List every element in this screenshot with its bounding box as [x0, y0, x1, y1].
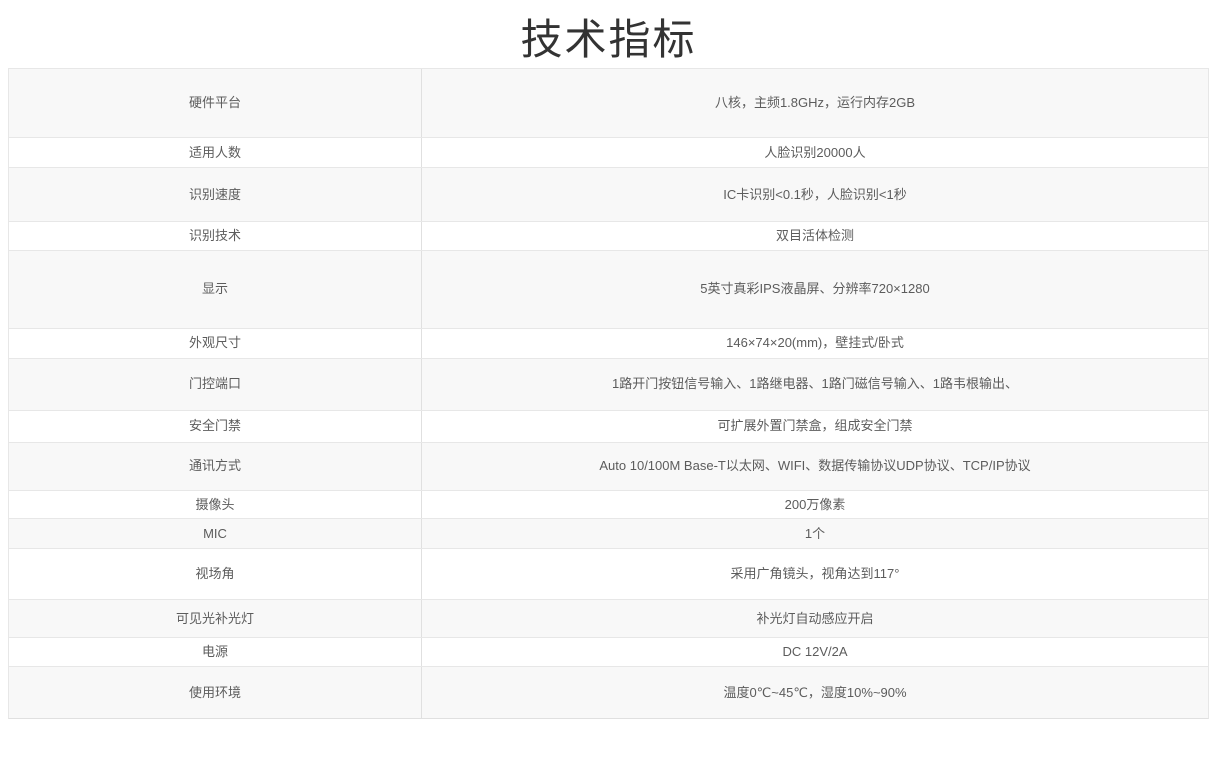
- table-row: 硬件平台八核，主频1.8GHz，运行内存2GB: [9, 69, 1208, 137]
- table-row: 识别速度IC卡识别<0.1秒，人脸识别<1秒: [9, 167, 1208, 221]
- spec-value-cell: 146×74×20(mm)，壁挂式/卧式: [422, 329, 1208, 358]
- spec-label-cell: 摄像头: [9, 491, 422, 519]
- spec-value-cell: 5英寸真彩IPS液晶屏、分辨率720×1280: [422, 251, 1208, 328]
- spec-value-cell: 200万像素: [422, 491, 1208, 519]
- spec-label-cell: 门控端口: [9, 359, 422, 410]
- spec-label-cell: 电源: [9, 638, 422, 666]
- table-row: MIC1个: [9, 518, 1208, 548]
- spec-label-cell: 安全门禁: [9, 411, 422, 442]
- table-row: 适用人数人脸识别20000人: [9, 137, 1208, 167]
- spec-page: 技术指标 硬件平台八核，主频1.8GHz，运行内存2GB适用人数人脸识别2000…: [0, 0, 1217, 783]
- table-row: 视场角采用广角镜头，视角达到117°: [9, 548, 1208, 599]
- table-row: 识别技术双目活体检测: [9, 221, 1208, 250]
- table-row: 门控端口1路开门按钮信号输入、1路继电器、1路门磁信号输入、1路韦根输出、: [9, 358, 1208, 410]
- spec-value-cell: 1路开门按钮信号输入、1路继电器、1路门磁信号输入、1路韦根输出、: [422, 359, 1208, 410]
- table-row: 使用环境温度0℃~45℃，湿度10%~90%: [9, 666, 1208, 718]
- spec-value-cell: 温度0℃~45℃，湿度10%~90%: [422, 667, 1208, 718]
- table-row: 显示5英寸真彩IPS液晶屏、分辨率720×1280: [9, 250, 1208, 328]
- spec-label-cell: 使用环境: [9, 667, 422, 718]
- spec-label-cell: 识别技术: [9, 222, 422, 250]
- spec-label-cell: 适用人数: [9, 138, 422, 167]
- spec-value-cell: 补光灯自动感应开启: [422, 600, 1208, 637]
- spec-value-cell: IC卡识别<0.1秒，人脸识别<1秒: [422, 168, 1208, 221]
- spec-value-cell: 八核，主频1.8GHz，运行内存2GB: [422, 69, 1208, 137]
- table-row: 外观尺寸146×74×20(mm)，壁挂式/卧式: [9, 328, 1208, 358]
- spec-value-cell: Auto 10/100M Base-T以太网、WIFI、数据传输协议UDP协议、…: [422, 443, 1208, 490]
- spec-value-cell: 1个: [422, 519, 1208, 548]
- spec-value-cell: 可扩展外置门禁盒，组成安全门禁: [422, 411, 1208, 442]
- spec-value-cell: DC 12V/2A: [422, 638, 1208, 666]
- spec-value-cell: 双目活体检测: [422, 222, 1208, 250]
- spec-label-cell: 通讯方式: [9, 443, 422, 490]
- specs-table: 硬件平台八核，主频1.8GHz，运行内存2GB适用人数人脸识别20000人识别速…: [8, 68, 1209, 719]
- table-row: 可见光补光灯补光灯自动感应开启: [9, 599, 1208, 637]
- table-row: 通讯方式Auto 10/100M Base-T以太网、WIFI、数据传输协议UD…: [9, 442, 1208, 490]
- spec-label-cell: 识别速度: [9, 168, 422, 221]
- spec-label-cell: 硬件平台: [9, 69, 422, 137]
- spec-label-cell: 显示: [9, 251, 422, 328]
- table-row: 电源DC 12V/2A: [9, 637, 1208, 666]
- table-row: 安全门禁可扩展外置门禁盒，组成安全门禁: [9, 410, 1208, 442]
- spec-label-cell: 可见光补光灯: [9, 600, 422, 637]
- spec-label-cell: 外观尺寸: [9, 329, 422, 358]
- spec-label-cell: MIC: [9, 519, 422, 548]
- spec-value-cell: 采用广角镜头，视角达到117°: [422, 549, 1208, 599]
- page-title: 技术指标: [0, 0, 1217, 68]
- spec-label-cell: 视场角: [9, 549, 422, 599]
- table-row: 摄像头200万像素: [9, 490, 1208, 519]
- spec-value-cell: 人脸识别20000人: [422, 138, 1208, 167]
